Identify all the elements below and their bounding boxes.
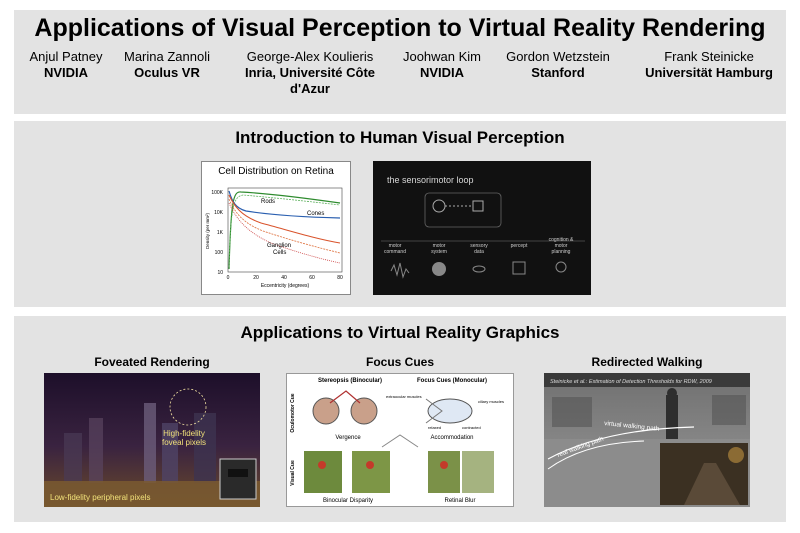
right-eye-icon bbox=[350, 397, 378, 425]
walking-person bbox=[666, 395, 678, 439]
author-2: Marina Zannoli Oculus VR bbox=[112, 49, 222, 81]
author-affiliation: Stanford bbox=[531, 65, 585, 80]
contracted-label: contracted bbox=[462, 425, 481, 430]
label-rods: Rods bbox=[261, 199, 275, 205]
xtick: 40 bbox=[281, 275, 287, 281]
author-name: George-Alex Koulieris bbox=[246, 49, 374, 64]
ytick: 100K bbox=[211, 190, 223, 196]
ytick: 100 bbox=[215, 250, 224, 256]
blur-photo-right bbox=[462, 451, 494, 493]
building bbox=[64, 433, 82, 483]
author-1: Anjul Patney NVIDIA bbox=[14, 49, 118, 81]
disparity-photo-right bbox=[352, 451, 390, 493]
building bbox=[194, 413, 216, 483]
high-fidelity-label: foveal pixels bbox=[162, 438, 206, 447]
flower-icon bbox=[440, 461, 448, 469]
retina-cell-chart: Cell Distribution on Retina Density (per… bbox=[201, 161, 351, 295]
author-affiliation: NVIDIA bbox=[419, 65, 465, 80]
lens-icon bbox=[427, 398, 473, 424]
redirected-walking-image: Steinicke et al.: Estimation of Detectio… bbox=[544, 373, 750, 507]
headset-icon bbox=[228, 469, 248, 477]
ciliary-label: ciliary muscles bbox=[478, 399, 504, 404]
chart-frame bbox=[201, 161, 351, 295]
vr-user-inset bbox=[219, 458, 257, 500]
retina-chart-title: Cell Distribution on Retina bbox=[218, 166, 334, 177]
xtick: 80 bbox=[337, 275, 343, 281]
virtual-sun bbox=[728, 447, 744, 463]
focus-cues-figure: Stereopsis (Binocular) Focus Cues (Monoc… bbox=[286, 373, 514, 507]
building bbox=[144, 403, 156, 483]
author-name: Anjul Patney bbox=[29, 49, 103, 64]
author-name: Frank Steinicke bbox=[664, 49, 754, 64]
left-eye-icon bbox=[312, 397, 340, 425]
author-affiliation-line2: d'Azur bbox=[290, 81, 330, 96]
low-fidelity-label: Low-fidelity peripheral pixels bbox=[50, 493, 151, 502]
retina-ylabel: Density (per mm²) bbox=[205, 213, 210, 250]
relaxed-label: relaxed bbox=[428, 425, 441, 430]
high-fidelity-label: High-fidelity bbox=[163, 429, 205, 438]
label-cells: Cells bbox=[273, 250, 286, 256]
ytick: 1K bbox=[217, 230, 224, 236]
author-3: George-Alex Koulieris Inria, Université … bbox=[222, 49, 398, 97]
page-title: Applications of Visual Perception to Vir… bbox=[34, 14, 766, 42]
loop-label: data bbox=[474, 249, 484, 255]
label-cones: Cones bbox=[307, 211, 324, 217]
author-affiliation: NVIDIA bbox=[43, 65, 89, 80]
loop-label: command bbox=[384, 249, 406, 255]
redirected-walking-heading: Redirected Walking bbox=[591, 355, 703, 369]
oculomotor-label: Oculomotor Cue bbox=[290, 393, 296, 432]
ytick: 10K bbox=[214, 210, 224, 216]
blur-label: Retinal Blur bbox=[444, 498, 475, 504]
ytick: 10 bbox=[217, 270, 223, 276]
xtick: 0 bbox=[227, 275, 230, 281]
sensorimotor-loop-slide: the sensorimotor loop motor command moto… bbox=[373, 161, 591, 295]
label-ganglion: Ganglion bbox=[267, 243, 291, 249]
vergence-label: Vergence bbox=[335, 435, 361, 441]
xtick: 20 bbox=[253, 275, 259, 281]
focus-cues-heading: Focus Cues bbox=[365, 355, 434, 369]
flower-icon bbox=[318, 461, 326, 469]
author-4: Joohwan Kim NVIDIA bbox=[394, 49, 490, 81]
accommodation-label: Accommodation bbox=[430, 435, 473, 441]
window bbox=[712, 395, 746, 425]
foveated-heading: Foveated Rendering bbox=[94, 355, 210, 369]
retina-xlabel: Eccentricity (degrees) bbox=[261, 283, 310, 289]
stereopsis-heading: Stereopsis (Binocular) bbox=[318, 378, 382, 384]
author-affiliation: Universität Hamburg bbox=[645, 65, 773, 80]
loop-label: planning bbox=[552, 249, 571, 255]
head-icon bbox=[432, 262, 446, 276]
building bbox=[89, 418, 103, 483]
walking-caption: Steinicke et al.: Estimation of Detectio… bbox=[550, 379, 712, 385]
muscles-label: extraocular muscles bbox=[386, 394, 422, 399]
author-name: Joohwan Kim bbox=[402, 49, 482, 64]
xtick: 60 bbox=[309, 275, 315, 281]
applications-title: Applications to Virtual Reality Graphics bbox=[240, 323, 560, 342]
author-affiliation-line1: Inria, Université Côte bbox=[244, 65, 376, 80]
disparity-photo-left bbox=[304, 451, 342, 493]
disparity-label: Binocular Disparity bbox=[323, 498, 373, 504]
foveated-rendering-image: High-fidelity foveal pixels Low-fidelity… bbox=[44, 373, 260, 507]
blur-photo-left bbox=[428, 451, 460, 493]
visual-cue-label: Visual Cue bbox=[290, 460, 296, 486]
window bbox=[552, 397, 592, 427]
author-affiliation: Oculus VR bbox=[134, 65, 200, 80]
slide-title: the sensorimotor loop bbox=[387, 175, 474, 185]
monocular-heading: Focus Cues (Monocular) bbox=[417, 378, 487, 384]
flower-icon bbox=[366, 461, 374, 469]
author-name: Gordon Wetzstein bbox=[506, 49, 610, 64]
loop-label: percept bbox=[511, 243, 528, 249]
author-6: Frank Steinicke Universität Hamburg bbox=[626, 49, 792, 81]
intro-title: Introduction to Human Visual Perception bbox=[235, 128, 565, 147]
author-5: Gordon Wetzstein Stanford bbox=[490, 49, 626, 81]
author-name: Marina Zannoli bbox=[124, 49, 210, 64]
person-head-icon bbox=[667, 388, 677, 398]
loop-label: system bbox=[431, 249, 447, 255]
